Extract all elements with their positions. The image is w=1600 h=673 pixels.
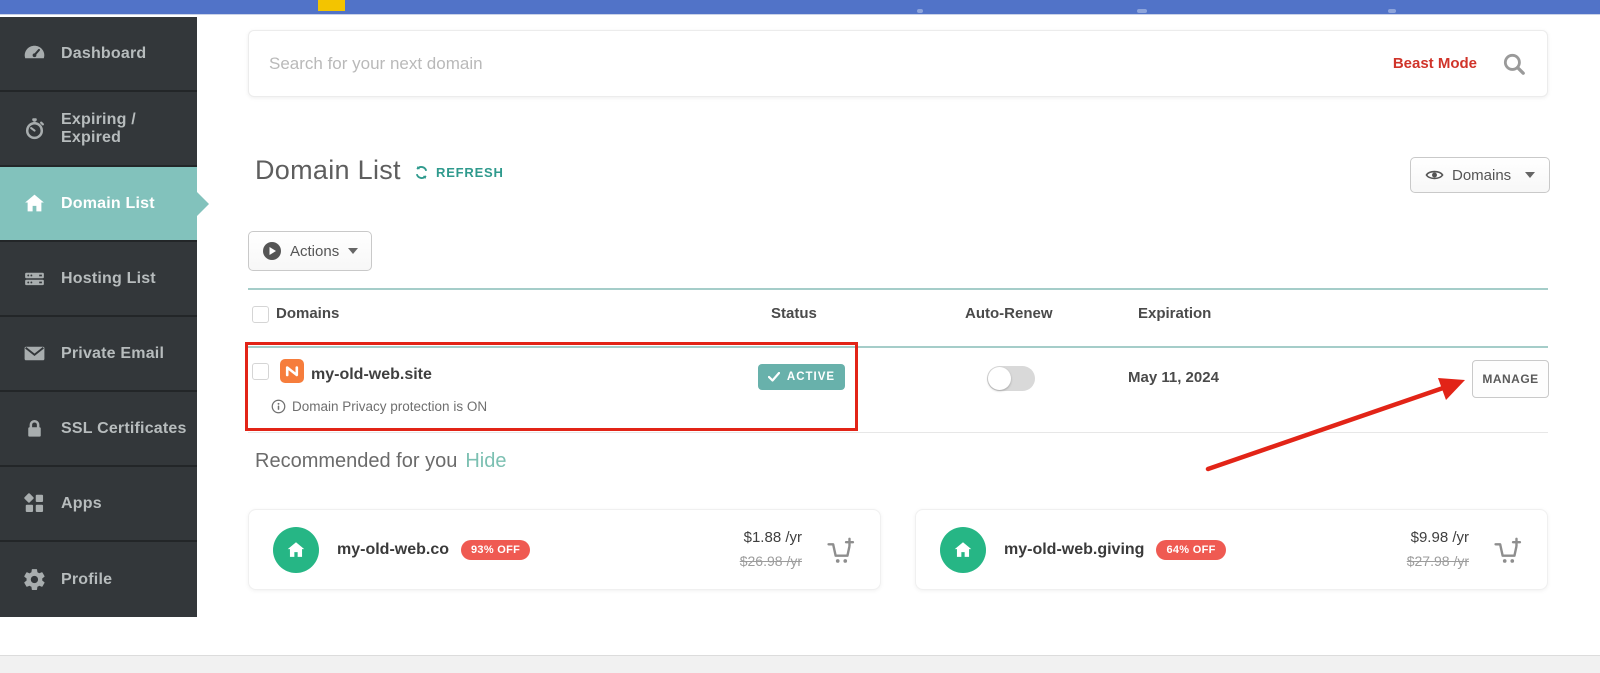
sidebar-item-profile[interactable]: Profile — [0, 542, 197, 617]
old-price: $27.98 /yr — [1406, 552, 1469, 569]
nav-logo-fragment — [318, 0, 345, 11]
app-grid-icon — [24, 493, 44, 513]
toggle-knob — [988, 367, 1011, 390]
sidebar-item-label: Apps — [61, 494, 102, 512]
nav-text-fragment — [1137, 9, 1147, 13]
namecheap-domain-icon — [280, 359, 304, 383]
sidebar-item-ssl-certificates[interactable]: SSL Certificates — [0, 392, 197, 467]
domain-avatar-icon — [940, 526, 986, 573]
sidebar-item-private-email[interactable]: Private Email — [0, 317, 197, 392]
add-to-cart-icon[interactable] — [824, 534, 856, 566]
view-filter-label: Domains — [1452, 166, 1512, 184]
recommended-domain-card[interactable]: my-old-web.co 93% OFF $1.88 /yr $26.98 /… — [248, 509, 881, 590]
beast-mode-link[interactable]: Beast Mode — [1393, 55, 1477, 72]
page-footer-strip — [0, 655, 1600, 673]
refresh-icon — [415, 166, 428, 179]
stopwatch-icon — [25, 118, 44, 140]
sidebar-item-hosting-list[interactable]: Hosting List — [0, 242, 197, 317]
eye-icon — [1425, 170, 1444, 180]
current-price: $1.88 /yr — [743, 528, 802, 546]
domain-search-bar: Beast Mode — [248, 30, 1548, 97]
gear-icon — [24, 569, 45, 590]
envelope-icon — [24, 346, 45, 361]
price-block: $1.88 /yr $26.98 /yr — [740, 526, 802, 574]
sidebar-item-label: Profile — [61, 570, 113, 588]
discount-badge: 93% OFF — [461, 539, 531, 560]
sidebar-item-label: Hosting List — [61, 269, 156, 287]
select-all-checkbox[interactable] — [252, 306, 269, 323]
sidebar-item-label: Expiring / Expired — [61, 110, 136, 146]
sidebar-item-label: Dashboard — [61, 44, 147, 62]
privacy-note-row: Domain Privacy protection is ON — [271, 399, 487, 414]
recommended-domain-card[interactable]: my-old-web.giving 64% OFF $9.98 /yr $27.… — [915, 509, 1548, 590]
sidebar-item-domain-list[interactable]: Domain List — [0, 167, 209, 242]
play-circle-icon — [263, 242, 281, 260]
info-icon — [271, 399, 286, 414]
column-header-expiration: Expiration — [1138, 305, 1212, 322]
discount-badge: 64% OFF — [1156, 539, 1226, 560]
view-filter-domains-dropdown[interactable]: Domains — [1410, 157, 1550, 193]
row-bottom-border — [248, 432, 1548, 433]
current-price: $9.98 /yr — [1410, 528, 1469, 546]
domain-search-input[interactable] — [249, 53, 1393, 74]
hide-link[interactable]: Hide — [465, 450, 506, 472]
actions-label: Actions — [290, 242, 340, 260]
privacy-note: Domain Privacy protection is ON — [292, 399, 488, 414]
lock-icon — [28, 419, 41, 437]
recommended-section-title: Recommended for you Hide — [255, 450, 506, 473]
server-icon — [25, 272, 44, 286]
column-header-domains: Domains — [276, 305, 340, 322]
sidebar: Dashboard Expiring / Expired Domain List — [0, 17, 209, 617]
house-icon — [25, 194, 44, 212]
top-nav-bar — [0, 0, 1600, 15]
refresh-label: REFRESH — [436, 165, 504, 180]
sidebar-item-dashboard[interactable]: Dashboard — [0, 17, 197, 92]
price-block: $9.98 /yr $27.98 /yr — [1407, 526, 1469, 574]
gauge-icon — [24, 45, 45, 59]
column-header-status: Status — [771, 305, 817, 322]
status-label: ACTIVE — [786, 371, 836, 383]
manage-button[interactable]: MANAGE — [1472, 360, 1549, 398]
add-to-cart-icon[interactable] — [1491, 534, 1523, 566]
chevron-down-icon — [348, 248, 358, 254]
domain-name[interactable]: my-old-web.site — [311, 366, 432, 384]
column-header-auto-renew: Auto-Renew — [965, 305, 1053, 322]
expiration-date: May 11, 2024 — [1128, 369, 1219, 386]
row-checkbox[interactable] — [252, 363, 269, 380]
sidebar-item-expiring-expired[interactable]: Expiring / Expired — [0, 92, 197, 167]
page-title: Domain List — [255, 155, 401, 185]
table-top-border — [248, 288, 1548, 290]
check-icon — [767, 372, 780, 382]
chevron-down-icon — [1525, 172, 1535, 178]
header-bottom-border — [248, 346, 1548, 348]
status-badge: ACTIVE — [758, 364, 845, 390]
recommended-title-text: Recommended for you — [255, 450, 458, 472]
search-icon[interactable] — [1501, 51, 1527, 77]
sidebar-item-label: Private Email — [61, 344, 165, 362]
refresh-link[interactable]: REFRESH — [413, 164, 504, 181]
actions-dropdown[interactable]: Actions — [248, 231, 372, 271]
sidebar-item-label: Domain List — [61, 194, 155, 212]
sidebar-item-apps[interactable]: Apps — [0, 467, 197, 542]
annotation-arrow — [1205, 378, 1465, 472]
auto-renew-toggle[interactable] — [987, 366, 1035, 391]
suggested-domain-name: my-old-web.giving — [1004, 540, 1145, 558]
suggested-domain-name: my-old-web.co — [337, 540, 450, 558]
nav-text-fragment — [1388, 9, 1396, 13]
domain-list-page: Dashboard Expiring / Expired Domain List — [0, 0, 1600, 673]
sidebar-item-label: SSL Certificates — [61, 419, 187, 437]
domain-avatar-icon — [273, 526, 319, 573]
old-price: $26.98 /yr — [739, 552, 802, 569]
nav-text-fragment — [917, 9, 923, 13]
